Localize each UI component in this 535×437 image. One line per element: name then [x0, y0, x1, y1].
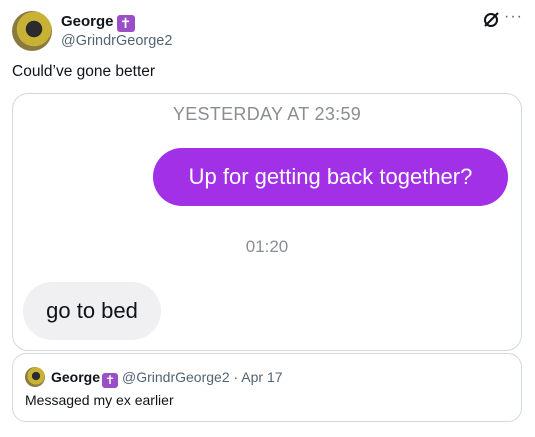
separator: ·: [229, 369, 242, 385]
more-icon[interactable]: ···: [504, 8, 523, 26]
chat-timestamp: YESTERDAY AT 23:59: [172, 104, 362, 124]
author-handle[interactable]: @GrindrGeorge2: [61, 33, 172, 49]
chat-timestamp: 01:20: [245, 237, 289, 256]
tweet-text: Could’ve gone better: [12, 63, 156, 80]
outgoing-message-bubble: Up for getting back together?: [153, 148, 508, 206]
quoted-author-name: George: [51, 369, 101, 385]
cross-badge-icon: ✝: [102, 373, 119, 388]
quoted-tweet[interactable]: George ✝ @GrindrGeorge2 · Apr 17 Messaged …: [12, 353, 522, 422]
chat-screenshot[interactable]: YESTERDAY AT 23:59 Up for getting back t…: [12, 93, 522, 351]
cross-badge-icon: ✝: [116, 15, 135, 32]
incoming-message-bubble: go to bed: [23, 282, 161, 340]
author-name[interactable]: George ✝: [61, 13, 135, 32]
quoted-tweet-date: Apr 17: [241, 369, 283, 385]
author-name-text[interactable]: George: [61, 13, 114, 30]
avatar[interactable]: [12, 11, 52, 51]
grok-icon[interactable]: [482, 11, 500, 29]
avatar: [25, 367, 45, 387]
quoted-tweet-text: Messaged my ex earlier: [25, 392, 174, 408]
quoted-author-handle: @GrindrGeorge2: [122, 369, 230, 385]
quoted-tweet-header: George ✝ @GrindrGeorge2 · Apr 17: [51, 369, 283, 388]
